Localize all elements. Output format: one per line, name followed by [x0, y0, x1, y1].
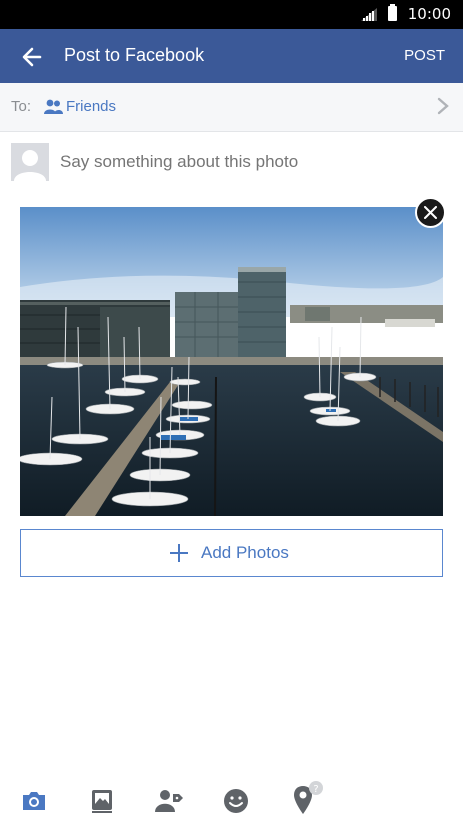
feeling-icon[interactable]	[221, 786, 251, 816]
audience-value: Friends	[66, 98, 117, 115]
camera-icon[interactable]	[19, 786, 49, 816]
signal-icon	[361, 8, 377, 21]
audience-selector[interactable]: To: Friends	[0, 83, 463, 132]
chevron-right-icon	[437, 97, 449, 115]
attached-photo	[20, 207, 443, 516]
app-bar: Post to Facebook POST	[0, 29, 463, 83]
page-title: Post to Facebook	[64, 45, 205, 65]
post-button[interactable]: POST	[404, 47, 445, 64]
composer	[0, 131, 463, 195]
friends-icon	[44, 99, 63, 114]
tag-people-icon[interactable]	[154, 786, 184, 816]
composer-toolbar: ?	[0, 776, 463, 824]
svg-text:?: ?	[313, 784, 318, 795]
close-icon	[424, 206, 437, 219]
remove-photo-button[interactable]	[415, 197, 446, 228]
status-time: 10:00	[407, 5, 451, 23]
gallery-icon[interactable]	[87, 786, 117, 816]
post-text-input[interactable]	[60, 152, 440, 172]
status-bar: 10:00	[0, 0, 463, 29]
to-label: To:	[11, 98, 32, 115]
add-photos-label: Add Photos	[201, 543, 289, 562]
add-photos-button[interactable]: Add Photos	[20, 529, 443, 577]
location-icon[interactable]: ?	[289, 780, 327, 816]
avatar	[11, 143, 49, 181]
battery-icon	[388, 4, 397, 21]
default-avatar-icon	[11, 143, 49, 181]
back-arrow-icon[interactable]	[18, 43, 46, 71]
plus-icon	[170, 544, 188, 562]
